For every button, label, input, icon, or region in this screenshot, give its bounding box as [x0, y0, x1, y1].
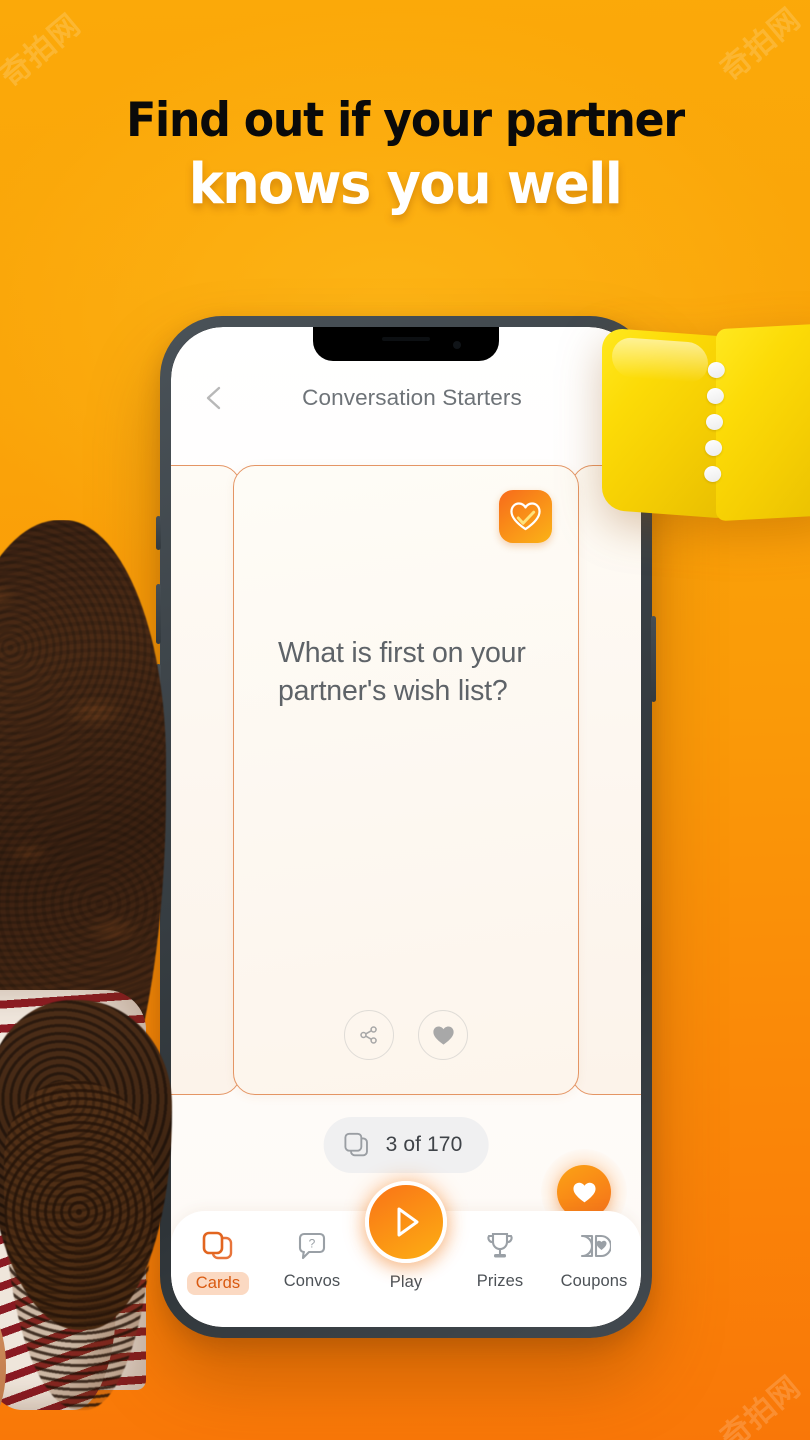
- ticket-perforation-dot: [703, 465, 722, 483]
- ticket-heart-icon: [577, 1229, 611, 1263]
- ticket-perforation-dot: [707, 361, 726, 379]
- phone-notch: [313, 327, 499, 361]
- ticket-perforation-dot: [705, 413, 724, 431]
- ticket-perforation-dot: [704, 439, 723, 457]
- share-button[interactable]: [344, 1010, 394, 1060]
- phone-screen: Conversation Starters What is first on y…: [171, 327, 641, 1327]
- trophy-icon: [484, 1229, 516, 1263]
- cards-glyph: [202, 1231, 233, 1260]
- ticket-gloss: [612, 336, 708, 384]
- heart-filled-icon: [572, 1182, 596, 1202]
- card-stack: What is first on your partner's wish lis…: [171, 465, 641, 1095]
- favorite-button[interactable]: [418, 1010, 468, 1060]
- play-icon: [397, 1207, 419, 1237]
- nav-label-coupons: Coupons: [560, 1272, 628, 1290]
- app-viewport: Conversation Starters What is first on y…: [171, 327, 641, 1327]
- headline: Find out if your partner knows you well: [0, 94, 810, 218]
- play-button[interactable]: [365, 1181, 447, 1263]
- coupon-ticket-3d: [598, 318, 810, 530]
- cards-stack-icon: [344, 1132, 368, 1157]
- nav-label-play: Play: [389, 1273, 423, 1291]
- headline-line-2: knows you well: [188, 152, 623, 217]
- app-header: Conversation Starters: [171, 371, 641, 425]
- heart-filled-icon: [432, 1026, 454, 1045]
- question-bubble-icon: ?: [296, 1229, 328, 1263]
- nav-item-play[interactable]: Play: [359, 1181, 453, 1292]
- phone-power-button: [651, 616, 656, 702]
- card-next[interactable]: [571, 465, 641, 1095]
- phone-mockup: Conversation Starters What is first on y…: [156, 316, 656, 1338]
- nav-label-prizes: Prizes: [476, 1272, 524, 1290]
- card-current[interactable]: What is first on your partner's wish lis…: [233, 465, 579, 1095]
- headline-line-1: Find out if your partner: [126, 93, 685, 148]
- earpiece-speaker: [382, 337, 430, 341]
- card-actions: [234, 1010, 578, 1060]
- page-title: Conversation Starters: [302, 385, 522, 410]
- trophy-glyph: [487, 1232, 513, 1258]
- bottom-navigation: Cards ? Convos Play Prizes Coupons: [171, 1181, 641, 1327]
- card-question-text: What is first on your partner's wish lis…: [278, 637, 526, 707]
- ticket-right-half: [716, 322, 810, 522]
- card-counter[interactable]: 3 of 170: [323, 1117, 489, 1173]
- question-bubble-glyph: ?: [298, 1232, 326, 1260]
- ticket-perforation-dot: [706, 387, 725, 405]
- front-camera-icon: [453, 341, 461, 349]
- ticket-heart-glyph: [580, 1234, 611, 1258]
- cards-icon: [201, 1229, 235, 1263]
- person-photo: [0, 520, 200, 1440]
- share-icon: [360, 1026, 377, 1044]
- heart-check-glyph: [510, 502, 541, 531]
- heart-check-icon: [499, 490, 552, 543]
- nav-item-convos[interactable]: ? Convos: [265, 1229, 359, 1291]
- card-counter-text: 3 of 170: [385, 1133, 463, 1156]
- nav-item-coupons[interactable]: Coupons: [547, 1229, 641, 1291]
- svg-text:?: ?: [309, 1237, 316, 1251]
- nav-item-prizes[interactable]: Prizes: [453, 1229, 547, 1291]
- nav-label-convos: Convos: [283, 1272, 341, 1290]
